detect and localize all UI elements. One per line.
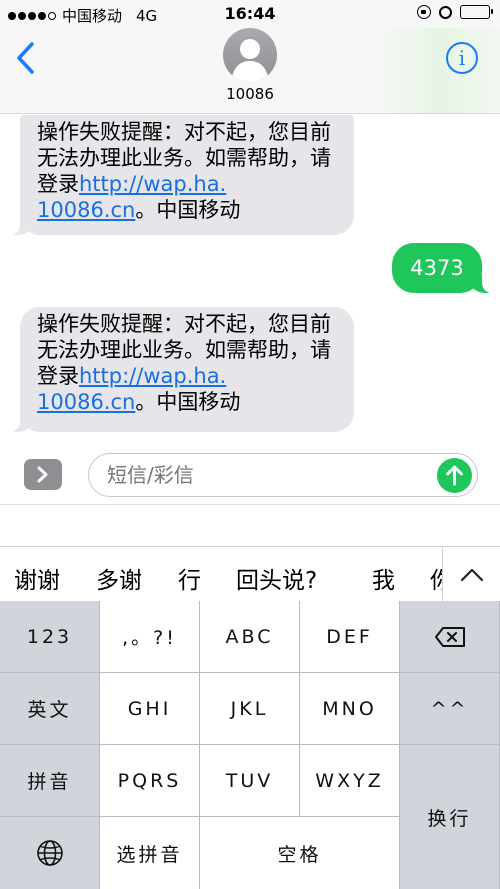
contact-name[interactable]: 10086 <box>0 85 500 103</box>
candidate-word[interactable]: 谢谢 <box>14 561 60 595</box>
key-space[interactable]: 空格 <box>200 817 400 889</box>
key-wxyz[interactable]: WXYZ <box>300 745 400 817</box>
candidate-bar: 谢谢 多谢 行 回头说? 我 你 <box>0 546 500 602</box>
key-jkl[interactable]: JKL <box>200 673 300 745</box>
message-link[interactable]: http://wap.ha. <box>79 364 226 388</box>
rotation-lock-icon <box>417 5 431 19</box>
chevron-right-icon <box>37 466 48 483</box>
arrow-up-icon <box>446 465 463 486</box>
message-text: 。中国移动 <box>135 198 241 222</box>
key-ghi[interactable]: GHI <box>100 673 200 745</box>
key-backspace[interactable] <box>400 601 500 673</box>
back-button[interactable] <box>10 38 46 78</box>
contact-avatar[interactable] <box>223 28 277 82</box>
message-text: 。中国移动 <box>135 390 241 414</box>
message-input[interactable] <box>88 453 478 497</box>
message-link[interactable]: 10086.cn <box>37 390 135 414</box>
key-pqrs[interactable]: PQRS <box>100 745 200 817</box>
candidate-word[interactable]: 多谢 <box>96 561 142 595</box>
chevron-up-icon <box>460 568 484 582</box>
input-spacer <box>0 504 500 546</box>
status-bar: 中国移动 4G 16:44 <box>0 0 500 28</box>
backspace-icon <box>434 626 465 647</box>
status-right <box>417 5 493 19</box>
key-tuv[interactable]: TUV <box>200 745 300 817</box>
conversation-header: 10086 i <box>0 28 500 114</box>
message-link[interactable]: 10086.cn <box>37 198 135 222</box>
received-message-1[interactable]: 操作失败提醒：对不起，您目前无法办理此业务。如需帮助，请登录http://wap… <box>0 115 354 235</box>
signal-strength-icon <box>8 11 56 20</box>
key-abc[interactable]: ABC <box>200 601 300 673</box>
candidate-word[interactable]: 我 <box>372 561 395 595</box>
candidate-expand-button[interactable] <box>442 546 500 602</box>
send-button[interactable] <box>437 458 472 493</box>
status-left: 中国移动 4G <box>8 5 157 26</box>
key-def[interactable]: DEF <box>300 601 400 673</box>
key-numbers[interactable]: 123 <box>0 601 100 673</box>
info-button[interactable]: i <box>446 42 478 74</box>
key-return[interactable]: 换行 <box>400 745 500 889</box>
carrier-name: 中国移动 <box>62 7 123 25</box>
key-emoticon[interactable]: ^^ <box>400 673 500 745</box>
key-select-pinyin[interactable]: 选拼音 <box>100 817 200 889</box>
globe-icon <box>36 840 63 866</box>
key-english[interactable]: 英文 <box>0 673 100 745</box>
chevron-left-icon <box>17 42 34 74</box>
sent-message[interactable]: 4373 <box>392 243 500 293</box>
key-globe[interactable] <box>0 817 100 889</box>
apps-expand-button[interactable] <box>24 459 62 490</box>
received-message-2[interactable]: 操作失败提醒：对不起，您目前无法办理此业务。如需帮助，请登录http://wap… <box>0 307 354 432</box>
message-link[interactable]: http://wap.ha. <box>79 172 226 196</box>
keyboard: 123 ,。?! ABC DEF 英文 GHI JKL MNO ^^ 拼音 PQ… <box>0 601 500 889</box>
battery-icon <box>460 5 493 19</box>
candidate-word[interactable]: 回头说? <box>236 561 317 595</box>
key-mno[interactable]: MNO <box>300 673 400 745</box>
alarm-icon <box>439 5 452 19</box>
network-type: 4G <box>136 6 158 25</box>
candidate-word[interactable]: 行 <box>178 561 201 595</box>
key-pinyin[interactable]: 拼音 <box>0 745 100 817</box>
person-silhouette-icon <box>231 39 269 82</box>
key-punctuation[interactable]: ,。?! <box>100 601 200 673</box>
